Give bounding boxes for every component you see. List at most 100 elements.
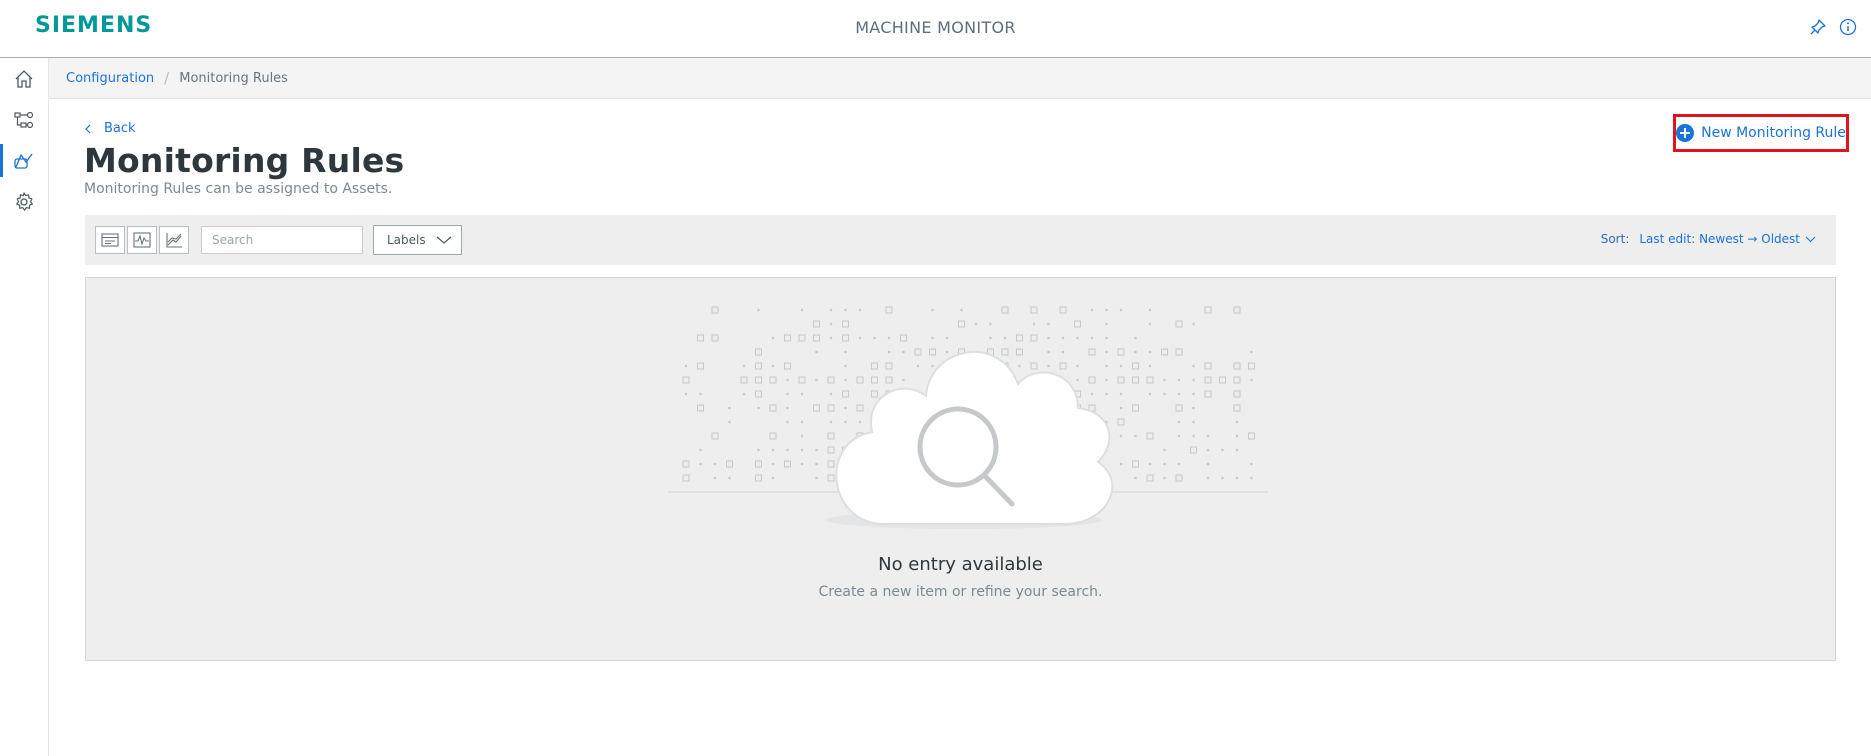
grid-dot (1148, 462, 1152, 466)
grid-dot (684, 364, 688, 368)
card-view-button[interactable] (95, 226, 125, 254)
grid-square (958, 320, 965, 328)
grid-dot (887, 336, 891, 340)
pin-icon[interactable] (1809, 18, 1827, 36)
grid-dot (1105, 392, 1108, 396)
grid-dot (1047, 364, 1050, 368)
search-input[interactable] (201, 226, 363, 254)
grid-square (769, 432, 777, 440)
grid-dot (1235, 434, 1239, 438)
grid-square (755, 362, 762, 370)
grid-square (784, 334, 791, 342)
grid-square (711, 432, 719, 440)
grid-dot (699, 462, 702, 466)
grid-dot (916, 364, 920, 368)
chevron-down-icon (1805, 236, 1816, 242)
grid-dot (1206, 448, 1210, 452)
grid-dot (1061, 336, 1065, 340)
grid-square (1175, 404, 1183, 412)
grid-dot (1047, 322, 1050, 326)
grid-dot (1250, 378, 1253, 382)
grid-dot (858, 420, 862, 424)
grid-dot (1061, 350, 1065, 354)
grid-dot (1076, 364, 1079, 368)
grid-dot (844, 364, 847, 368)
grid-dot (1192, 364, 1195, 368)
grid-square (755, 348, 762, 356)
grid-dot (1148, 392, 1152, 396)
card-view-icon (101, 233, 119, 247)
grid-dot (1250, 350, 1253, 354)
grid-dot (728, 476, 731, 480)
chart-view-button[interactable] (159, 226, 189, 254)
grid-square (1132, 404, 1139, 412)
nav-item-settings[interactable] (0, 181, 48, 222)
info-icon[interactable] (1839, 18, 1857, 36)
grid-square (1117, 418, 1125, 426)
grid-dot (1206, 434, 1210, 438)
grid-dot (873, 336, 876, 340)
grid-square (1030, 306, 1038, 314)
grid-square (1219, 376, 1226, 384)
grid-dot (1119, 406, 1123, 410)
grid-dot (1032, 322, 1036, 326)
grid-square (813, 334, 820, 342)
new-monitoring-rule-button[interactable]: New Monitoring Rule (1673, 114, 1849, 152)
grid-dot (1148, 350, 1152, 354)
nav-item-assets[interactable] (0, 99, 48, 140)
grid-square (885, 376, 893, 384)
grid-dot (1177, 392, 1181, 396)
grid-dot (1163, 476, 1166, 480)
labels-dropdown[interactable]: Labels (373, 225, 462, 255)
grid-dot (1119, 308, 1123, 312)
grid-square (1001, 306, 1009, 314)
hierarchy-icon (14, 111, 34, 128)
grid-dot (844, 350, 847, 354)
grid-square (1059, 306, 1067, 314)
list-toolbar: Labels Sort: Last edit: Newest → Oldest (85, 215, 1836, 265)
grid-dot (1119, 462, 1123, 466)
grid-dot (829, 336, 833, 340)
grid-dot (1163, 448, 1166, 452)
grid-square (827, 474, 835, 482)
grid-dot (1192, 378, 1195, 382)
grid-square (1088, 376, 1096, 384)
grid-square (914, 348, 922, 356)
plus-circle-icon (1676, 124, 1695, 142)
grid-square (1132, 460, 1139, 468)
grid-dot (757, 308, 760, 312)
grid-dot (1119, 434, 1123, 438)
grid-dot (742, 364, 746, 368)
grid-square (813, 404, 820, 412)
grid-dot (713, 476, 717, 480)
grid-dot (1235, 448, 1239, 452)
app-header: SIEMENS MACHINE MONITOR (0, 0, 1871, 58)
grid-dot (713, 462, 717, 466)
grid-dot (1134, 336, 1137, 340)
breadcrumb-configuration[interactable]: Configuration (66, 71, 154, 86)
grid-dot (1090, 308, 1094, 312)
signal-view-button[interactable] (127, 226, 157, 254)
grid-dot (1105, 308, 1108, 312)
sort-dropdown[interactable]: Last edit: Newest → Oldest (1639, 232, 1816, 246)
nav-item-monitoring[interactable] (0, 140, 48, 181)
grid-dot (931, 336, 934, 340)
grid-square (1132, 376, 1139, 384)
grid-dot (1192, 406, 1195, 410)
grid-square (871, 362, 878, 370)
grid-dot (931, 308, 934, 312)
grid-dot (1148, 364, 1152, 368)
grid-dot (1134, 350, 1137, 354)
grid-dot (1047, 350, 1050, 354)
back-link[interactable]: Back (84, 121, 136, 136)
nav-item-home[interactable] (0, 58, 48, 99)
grid-dot (1235, 476, 1239, 480)
grid-square (1016, 334, 1023, 342)
grid-dot (829, 420, 833, 424)
grid-square (798, 334, 806, 342)
grid-square (1059, 362, 1067, 370)
view-toggle-group (95, 226, 189, 254)
grid-square (871, 390, 878, 398)
grid-square (842, 390, 849, 398)
grid-dot (815, 462, 818, 466)
